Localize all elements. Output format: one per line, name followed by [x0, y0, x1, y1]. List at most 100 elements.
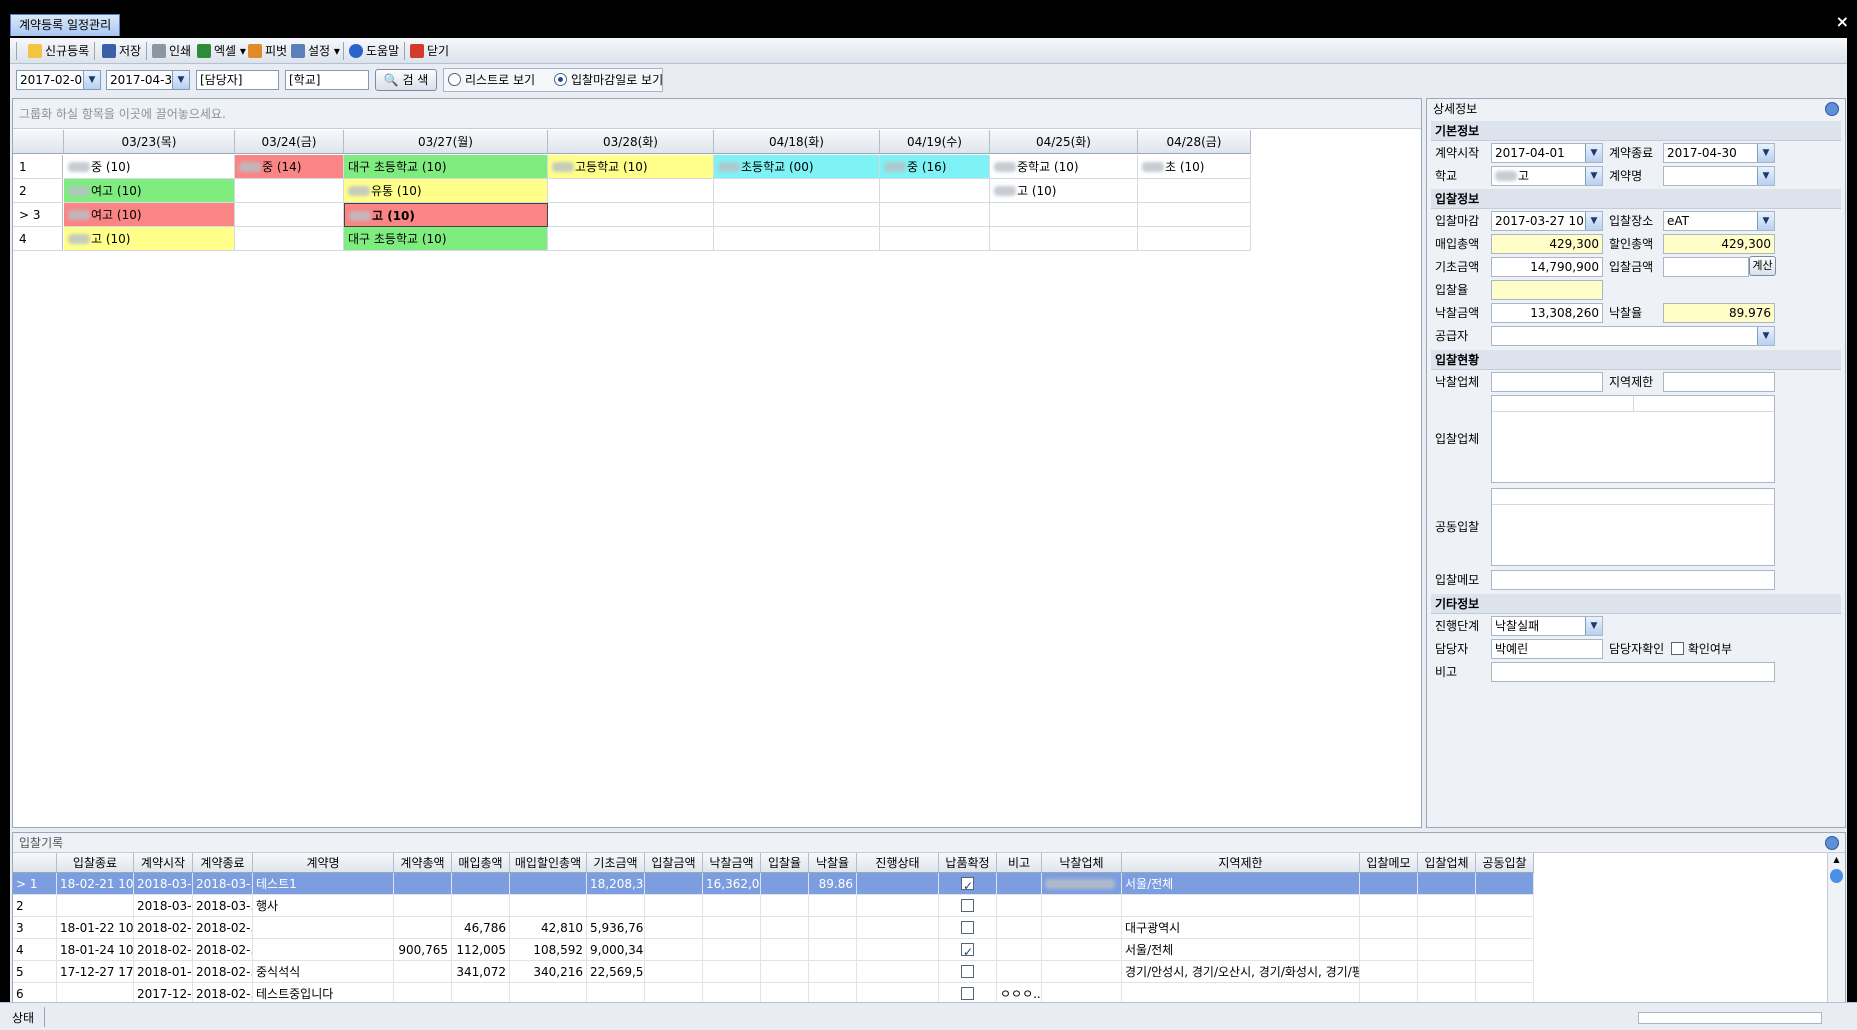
group-by-area[interactable]: 그룹화 하실 항목을 이곳에 끌어놓으세요.: [13, 99, 1421, 129]
close-window-icon[interactable]: ×: [1836, 12, 1849, 31]
records-cell[interactable]: [1418, 873, 1476, 895]
records-cell[interactable]: 18-01-22 10:...: [57, 917, 134, 939]
records-cell[interactable]: 2018-02-...: [134, 939, 193, 961]
manager-input[interactable]: [담당자]: [196, 70, 279, 90]
records-cell[interactable]: [939, 895, 997, 917]
records-cell[interactable]: [57, 895, 134, 917]
print-button[interactable]: 인쇄: [152, 42, 191, 60]
confirm-checkbox[interactable]: 확인여부: [1671, 639, 1732, 659]
records-cell[interactable]: 2018-01-...: [134, 961, 193, 983]
schedule-cell[interactable]: [235, 179, 344, 203]
schedule-cell[interactable]: 중 (16): [880, 155, 990, 179]
records-cell[interactable]: [1360, 917, 1418, 939]
row-number[interactable]: 1: [13, 155, 63, 179]
contract-name-select[interactable]: ▼: [1663, 166, 1775, 186]
row-number[interactable]: 4: [13, 227, 63, 251]
schedule-cell[interactable]: [235, 203, 344, 227]
records-cell[interactable]: [1476, 939, 1534, 961]
records-col-header[interactable]: 공동입찰: [1476, 853, 1534, 873]
collapse-icon[interactable]: [1825, 836, 1839, 850]
schedule-cell[interactable]: 초등학교 (00): [714, 155, 880, 179]
contract-end-field[interactable]: 2017-04-30 ▼: [1663, 143, 1775, 163]
records-cell[interactable]: [997, 939, 1042, 961]
school-select[interactable]: 고 ▼: [1491, 166, 1603, 186]
records-cell[interactable]: [939, 873, 997, 895]
date-to-picker[interactable]: 2017-04-30 ▼: [106, 70, 190, 90]
manager-field[interactable]: 박예린: [1491, 639, 1603, 659]
schedule-cell[interactable]: 초 (10): [1138, 155, 1251, 179]
records-col-header[interactable]: 매입할인총액: [510, 853, 587, 873]
records-cell[interactable]: 중식석식: [253, 961, 394, 983]
records-col-header[interactable]: 비고: [997, 853, 1042, 873]
records-cell[interactable]: [645, 939, 703, 961]
records-col-header[interactable]: 지역제한: [1122, 853, 1360, 873]
records-cell[interactable]: [1476, 917, 1534, 939]
records-cell[interactable]: [645, 961, 703, 983]
settings-button[interactable]: 설정 ▾: [291, 42, 340, 60]
schedule-cell[interactable]: [548, 203, 714, 227]
records-cell[interactable]: [645, 873, 703, 895]
records-cell[interactable]: [809, 961, 857, 983]
records-cell[interactable]: [1042, 917, 1122, 939]
winner-field[interactable]: [1491, 372, 1603, 392]
search-button[interactable]: 🔍 검 색: [375, 69, 437, 91]
records-cell[interactable]: [1476, 961, 1534, 983]
schedule-cell[interactable]: 중학교 (10): [990, 155, 1138, 179]
records-col-header[interactable]: 입찰금액: [645, 853, 703, 873]
records-cell[interactable]: [645, 917, 703, 939]
note-field[interactable]: [1491, 662, 1775, 682]
window-title-tab[interactable]: 계약등록 일정관리: [10, 14, 121, 36]
records-cell[interactable]: 2018-03-...: [134, 873, 193, 895]
records-cell[interactable]: [1360, 873, 1418, 895]
row-number[interactable]: > 1: [13, 873, 57, 895]
records-cell[interactable]: 2018-02-...: [193, 939, 253, 961]
records-cell[interactable]: 2018-03-...: [134, 895, 193, 917]
row-number[interactable]: 2: [13, 895, 57, 917]
records-cell[interactable]: 테스트1: [253, 873, 394, 895]
records-col-header[interactable]: 계약명: [253, 853, 394, 873]
records-cell[interactable]: 5,936,760: [587, 917, 645, 939]
schedule-cell[interactable]: [880, 203, 990, 227]
records-cell[interactable]: [997, 873, 1042, 895]
schedule-col-header[interactable]: 04/19(수): [880, 130, 990, 154]
records-col-header[interactable]: 기초금액: [587, 853, 645, 873]
schedule-cell[interactable]: [990, 203, 1138, 227]
records-cell[interactable]: [1418, 961, 1476, 983]
records-cell[interactable]: [452, 895, 510, 917]
records-cell[interactable]: [253, 917, 394, 939]
records-cell[interactable]: 서울/전체: [1122, 873, 1360, 895]
chevron-down-icon[interactable]: ▼: [1757, 144, 1774, 162]
records-cell[interactable]: [997, 961, 1042, 983]
schedule-cell[interactable]: 대구 초등학교 (10): [344, 227, 548, 251]
chevron-down-icon[interactable]: ▼: [1757, 167, 1774, 185]
chevron-down-icon[interactable]: ▼: [1585, 617, 1602, 635]
stage-select[interactable]: 낙찰실패 ▼: [1491, 616, 1603, 636]
records-cell[interactable]: [761, 917, 809, 939]
records-cell[interactable]: 18-02-21 10:...: [57, 873, 134, 895]
records-col-header[interactable]: 계약총액: [394, 853, 452, 873]
records-cell[interactable]: [452, 873, 510, 895]
records-cell[interactable]: 18-01-24 10:...: [57, 939, 134, 961]
records-cell[interactable]: 2018-02-...: [193, 961, 253, 983]
records-cell[interactable]: [510, 895, 587, 917]
schedule-col-header[interactable]: 04/28(금): [1138, 130, 1251, 154]
schedule-cell[interactable]: [714, 227, 880, 251]
collapse-icon[interactable]: [1825, 102, 1839, 116]
delivery-confirm-checkbox[interactable]: [961, 987, 974, 1000]
records-cell[interactable]: [1042, 873, 1122, 895]
schedule-cell[interactable]: 중 (10): [64, 155, 235, 179]
records-col-header[interactable]: 낙찰금액: [703, 853, 761, 873]
records-cell[interactable]: 서울/전체: [1122, 939, 1360, 961]
records-cell[interactable]: [857, 917, 939, 939]
schedule-col-header[interactable]: 04/25(화): [990, 130, 1138, 154]
records-cell[interactable]: [394, 961, 452, 983]
row-number[interactable]: 4: [13, 939, 57, 961]
chevron-down-icon[interactable]: ▼: [1757, 212, 1774, 230]
schedule-cell[interactable]: 여고 (10): [64, 203, 235, 227]
records-cell[interactable]: 16,362,0...: [703, 873, 761, 895]
records-cell[interactable]: [703, 917, 761, 939]
schedule-cell[interactable]: [1138, 203, 1251, 227]
new-button[interactable]: 신규등록: [28, 42, 89, 60]
bid-amount-field[interactable]: [1663, 257, 1749, 277]
records-cell[interactable]: 900,765: [394, 939, 452, 961]
